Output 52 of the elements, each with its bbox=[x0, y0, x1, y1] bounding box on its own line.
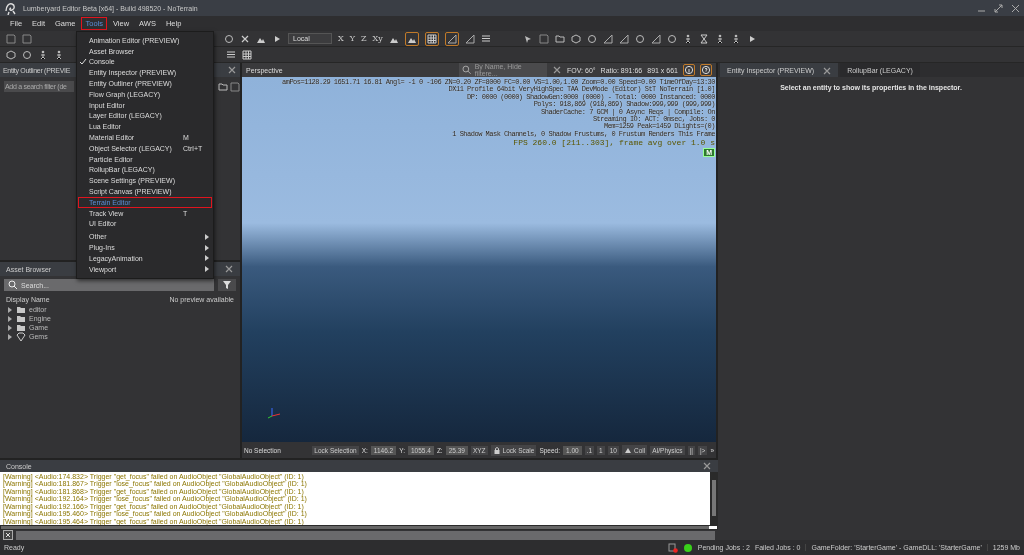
list-icon[interactable] bbox=[226, 49, 236, 60]
maximize-icon[interactable] bbox=[994, 3, 1003, 13]
grid-icon[interactable] bbox=[242, 49, 252, 60]
checkmark-icon bbox=[79, 58, 87, 66]
folder-icon[interactable] bbox=[218, 81, 228, 92]
list-icon[interactable] bbox=[480, 33, 491, 44]
axis-button[interactable]: Y bbox=[349, 34, 355, 43]
filter-button[interactable] bbox=[218, 279, 236, 291]
connection-error-icon bbox=[667, 542, 678, 553]
help-icon bbox=[701, 65, 711, 75]
folder-icon bbox=[16, 304, 26, 315]
grid-icon[interactable] bbox=[424, 31, 439, 46]
folder-icon bbox=[16, 313, 26, 324]
circle-icon[interactable] bbox=[634, 33, 645, 44]
circle-icon[interactable] bbox=[666, 33, 677, 44]
search-icon bbox=[462, 65, 472, 75]
close-icon[interactable] bbox=[224, 264, 234, 274]
axis-button[interactable]: Xy bbox=[372, 34, 383, 43]
circle-icon[interactable] bbox=[224, 33, 234, 44]
close-icon[interactable] bbox=[227, 65, 237, 75]
info-button[interactable] bbox=[683, 64, 695, 76]
hourglass-icon[interactable] bbox=[698, 33, 709, 44]
close-icon[interactable] bbox=[1011, 3, 1020, 13]
folder-icon bbox=[16, 322, 26, 333]
terrain-icon[interactable] bbox=[404, 31, 419, 46]
status-dot-icon bbox=[682, 542, 693, 553]
folder-icon[interactable] bbox=[554, 33, 565, 44]
axis-gizmo-drawing bbox=[266, 406, 282, 420]
logo-icon bbox=[4, 1, 17, 15]
scrollbar-thumb[interactable] bbox=[1, 526, 709, 529]
gem-icon bbox=[16, 331, 26, 342]
person-icon[interactable] bbox=[54, 49, 64, 60]
axis-button[interactable]: Z bbox=[361, 34, 367, 43]
collision-icon bbox=[623, 446, 632, 454]
search-icon bbox=[8, 280, 18, 290]
play-icon[interactable] bbox=[272, 33, 282, 44]
scrollbar-thumb[interactable] bbox=[712, 480, 716, 516]
info-icon bbox=[684, 65, 694, 75]
command-input[interactable] bbox=[16, 530, 715, 540]
help-button[interactable] bbox=[700, 64, 712, 76]
fps-counter: FPS 260.0 [211..303], frame avg over 1.0 s bbox=[513, 138, 715, 148]
person-icon[interactable] bbox=[38, 49, 48, 60]
axis-button[interactable]: X bbox=[338, 34, 344, 43]
circle-icon[interactable] bbox=[586, 33, 597, 44]
clear-search-icon[interactable] bbox=[552, 65, 562, 75]
close-icon[interactable] bbox=[702, 461, 712, 471]
close-icon[interactable] bbox=[822, 65, 832, 75]
cross-icon[interactable] bbox=[240, 33, 250, 44]
filter-icon bbox=[222, 280, 232, 290]
circle-icon[interactable] bbox=[22, 49, 32, 60]
lock-icon bbox=[492, 445, 501, 455]
pointer-icon[interactable] bbox=[522, 33, 533, 44]
